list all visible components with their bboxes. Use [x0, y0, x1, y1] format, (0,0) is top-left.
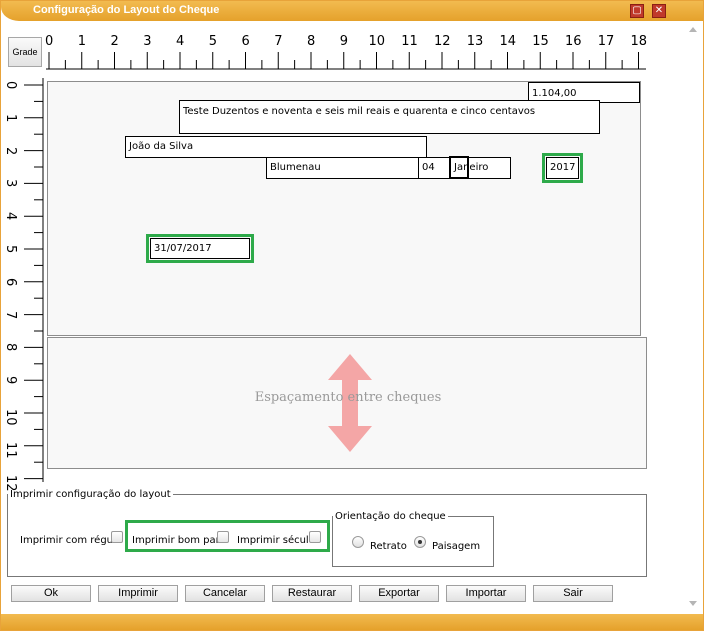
- ruler-v-label: 3: [3, 179, 18, 188]
- cancelar-button[interactable]: Cancelar: [185, 585, 265, 602]
- ano-field[interactable]: 2017: [546, 157, 579, 179]
- title-bar: Configuração do Layout do Cheque ▢ ✕: [1, 1, 703, 21]
- ruler-h-label: 5: [208, 34, 218, 49]
- ruler-h-label: 2: [110, 34, 119, 49]
- sair-button[interactable]: Sair: [533, 585, 613, 602]
- ruler-v-label: 5: [3, 245, 18, 254]
- paisagem-label: Paisagem: [432, 541, 481, 552]
- bom-para-checkbox[interactable]: [217, 531, 229, 543]
- importar-button[interactable]: Importar: [446, 585, 526, 602]
- cheque-area: 1.104,00 Teste Duzentos e noventa e seis…: [47, 81, 641, 336]
- ruler-h-label: 12: [434, 34, 451, 49]
- ruler-v-label: 10: [3, 409, 18, 426]
- horizontal-ruler: 0 1 2 3 4 5 6 7 8 9 10 11 12 13 14 15 16 17 18: [45, 34, 648, 70]
- window-title: Configuração do Layout do Cheque: [33, 4, 220, 16]
- restaurar-button[interactable]: Restaurar: [272, 585, 352, 602]
- paisagem-radio[interactable]: [414, 536, 426, 548]
- retrato-radio[interactable]: [352, 536, 364, 548]
- dia-field[interactable]: 04: [418, 157, 451, 179]
- bom-para-label: Imprimir bom para: [132, 535, 226, 546]
- ruler-h-label: 9: [339, 34, 349, 49]
- ruler-h-label: 14: [499, 34, 517, 49]
- ruler-v-label: 8: [3, 343, 18, 352]
- orientation-legend: Orientação do cheque: [335, 511, 446, 522]
- ruler-h-label: 8: [307, 34, 316, 49]
- ruler-h-label: 3: [143, 34, 152, 49]
- ruler-h-label: 17: [597, 34, 615, 49]
- ruler-v-label: 1: [3, 113, 18, 123]
- extenso-field[interactable]: Teste Duzentos e noventa e seis mil reai…: [179, 100, 600, 134]
- vertical-scrollbar[interactable]: [687, 23, 701, 611]
- minimize-button[interactable]: ▢: [630, 4, 644, 18]
- cidade-field[interactable]: Blumenau: [266, 157, 419, 179]
- ruler-h-label: 0: [45, 34, 54, 49]
- imprimir-button[interactable]: Imprimir: [98, 585, 178, 602]
- ruler-v-label: 4: [3, 212, 18, 221]
- ruler-v-label: 2: [3, 146, 18, 155]
- retrato-label: Retrato: [370, 541, 407, 552]
- bom-para-field[interactable]: 31/07/2017: [150, 238, 250, 259]
- ruler-h-label: 1: [77, 34, 87, 49]
- spacing-area: Espaçamento entre cheques: [47, 337, 647, 469]
- ruler-h-label: 15: [532, 34, 549, 49]
- ruler-h-label: 18: [630, 34, 648, 49]
- grade-button[interactable]: Grade: [8, 37, 42, 67]
- exportar-button[interactable]: Exportar: [359, 585, 439, 602]
- close-button[interactable]: ✕: [652, 4, 666, 18]
- ruler-v-label: 7: [3, 310, 18, 319]
- ruler-v-label: 9: [3, 376, 18, 385]
- spacing-label: Espaçamento entre cheques: [254, 390, 442, 405]
- scroll-down-arrow-icon[interactable]: [689, 601, 697, 606]
- com-regua-checkbox[interactable]: [111, 531, 123, 543]
- seculo-checkbox[interactable]: [309, 531, 321, 543]
- print-config-legend: Imprimir configuração do layout: [10, 489, 171, 500]
- ruler-h-label: 6: [241, 34, 250, 49]
- ruler-v-label: 6: [3, 277, 18, 287]
- ruler-v-label: 0: [3, 81, 18, 90]
- scroll-up-arrow-icon[interactable]: [689, 27, 697, 32]
- seculo-label: Imprimir século: [237, 535, 315, 546]
- ruler-h-label: 13: [466, 34, 484, 49]
- favorecido-field[interactable]: João da Silva: [125, 136, 427, 158]
- layout-config-window: Configuração do Layout do Cheque ▢ ✕ Gra…: [0, 0, 704, 631]
- ruler-h-label: 10: [368, 34, 386, 49]
- ruler-h-label: 7: [274, 34, 283, 49]
- selection-cursor: [449, 156, 469, 179]
- bottom-bar: [1, 614, 703, 630]
- vertical-ruler: 0 1 2 3 4 5 6 7 8 9 10 11 12: [3, 78, 44, 491]
- ruler-h-label: 11: [401, 34, 418, 49]
- ruler-h-label: 16: [565, 34, 582, 49]
- ruler-h-label: 4: [176, 34, 185, 49]
- ruler-v-label: 11: [3, 441, 18, 459]
- ok-button[interactable]: Ok: [11, 585, 91, 602]
- com-regua-label: Imprimir com régua: [20, 535, 120, 546]
